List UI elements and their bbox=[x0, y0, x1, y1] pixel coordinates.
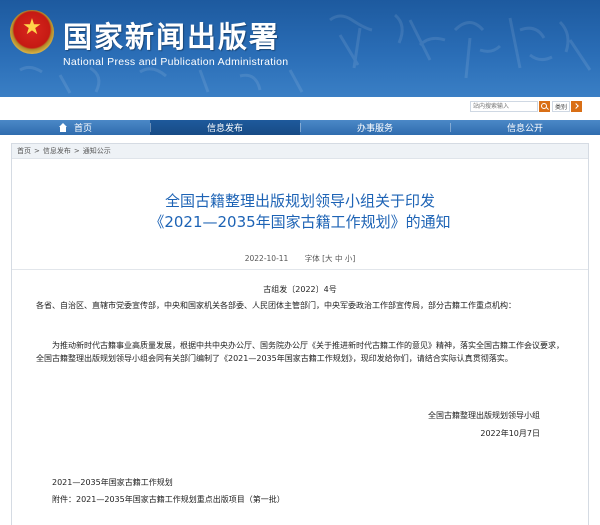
font-size-label: 字体 bbox=[304, 254, 320, 263]
main-nav: 首页 信息发布 办事服务 信息公开 bbox=[0, 120, 600, 135]
national-emblem-icon bbox=[10, 10, 54, 54]
site-subtitle: National Press and Publication Administr… bbox=[63, 56, 289, 68]
divider bbox=[12, 269, 588, 270]
nav-item-label: 信息公开 bbox=[506, 124, 543, 134]
nav-item-label: 首页 bbox=[73, 124, 92, 134]
nav-item-label: 办事服务 bbox=[356, 124, 393, 134]
font-size-control: 字体 [大 中 小] bbox=[305, 254, 356, 263]
search-icon[interactable] bbox=[539, 100, 550, 112]
breadcrumb-info-release[interactable]: 信息发布 bbox=[43, 146, 71, 156]
article-panel: 首页 > 信息发布 > 通知公示 全国古籍整理出版规划领导小组关于印发 《202… bbox=[11, 143, 589, 525]
category-select-label: 类别 bbox=[555, 103, 568, 111]
breadcrumb: 首页 > 信息发布 > 通知公示 bbox=[12, 144, 588, 159]
breadcrumb-notices[interactable]: 通知公示 bbox=[83, 146, 111, 156]
nav-item-info-release[interactable]: 信息发布 bbox=[150, 120, 300, 135]
category-select[interactable]: 类别 bbox=[552, 100, 571, 112]
article-title-line-2: 《2021—2035年国家古籍工作规划》的通知 bbox=[149, 213, 451, 231]
nav-item-label: 信息发布 bbox=[206, 124, 243, 134]
home-icon bbox=[58, 123, 68, 132]
font-size-large[interactable]: [大 bbox=[322, 254, 332, 263]
document-number: 古组发〔2022〕4号 bbox=[263, 285, 337, 294]
nav-item-services[interactable]: 办事服务 bbox=[300, 120, 450, 135]
attachment-link-2[interactable]: 附件：2021—2035年国家古籍工作规划重点出版项目（第一批） bbox=[52, 494, 285, 505]
search-input[interactable] bbox=[470, 100, 538, 112]
article-meta: 2022-10-11 字体 [大 中 小] bbox=[12, 253, 588, 264]
font-size-small[interactable]: 小] bbox=[345, 254, 355, 263]
search-go-button[interactable] bbox=[571, 100, 583, 112]
salutation: 各省、自治区、直辖市党委宣传部，中央和国家机关各部委、人民团体主管部门，中央军委… bbox=[36, 301, 516, 310]
article-title-line-1: 全国古籍整理出版规划领导小组关于印发 bbox=[164, 192, 435, 210]
publish-date: 2022-10-11 bbox=[244, 254, 289, 263]
nav-item-disclosure[interactable]: 信息公开 bbox=[450, 120, 600, 135]
attachment-link-1[interactable]: 2021—2035年国家古籍工作规划 bbox=[52, 477, 173, 488]
site-title: 国家新闻出版署 bbox=[63, 20, 281, 54]
nav-item-home[interactable]: 首页 bbox=[0, 120, 150, 135]
article-body: 为推动新时代古籍事业高质量发展，根据中共中央办公厅、国务院办公厅《关于推进新时代… bbox=[36, 341, 564, 363]
site-search: 类别 bbox=[470, 100, 583, 112]
sign-date: 2022年10月7日 bbox=[480, 429, 540, 438]
breadcrumb-separator: > bbox=[34, 147, 40, 155]
signatory: 全国古籍整理出版规划领导小组 bbox=[428, 411, 540, 420]
header-banner: 国家新闻出版署 National Press and Publication A… bbox=[0, 0, 600, 97]
breadcrumb-separator: > bbox=[73, 147, 80, 155]
font-size-medium[interactable]: 中 bbox=[335, 254, 343, 263]
breadcrumb-home[interactable]: 首页 bbox=[17, 146, 31, 156]
